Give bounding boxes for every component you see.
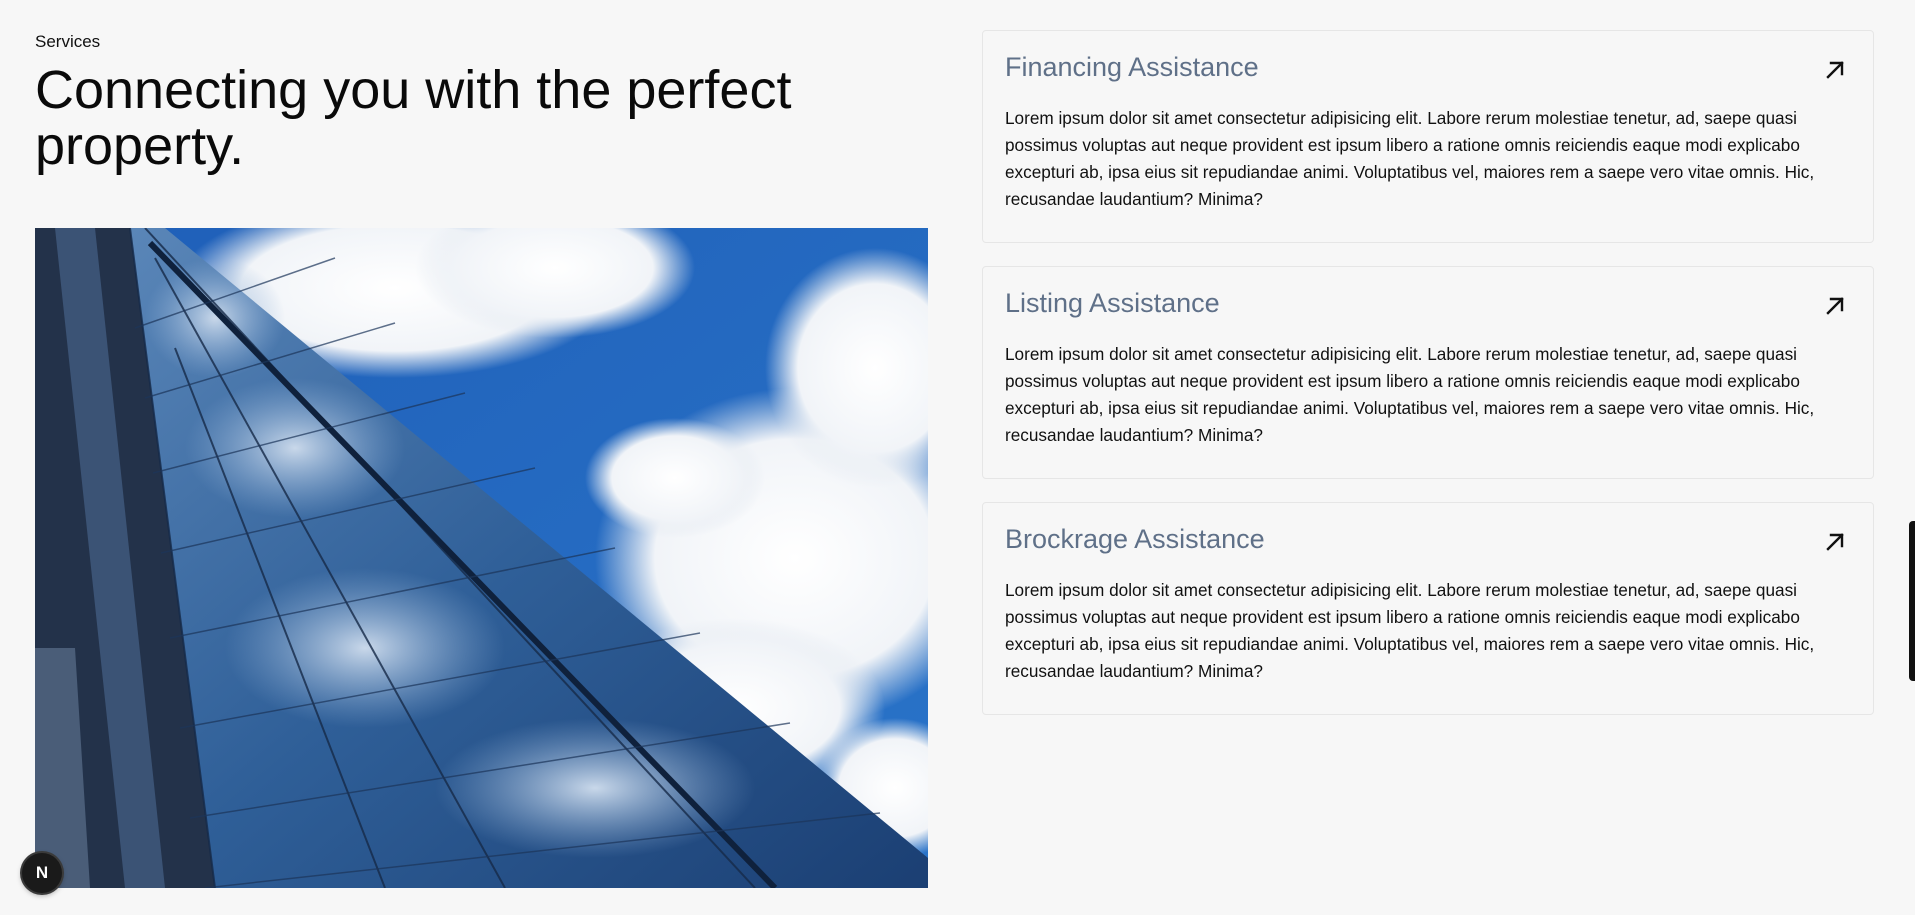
service-card-title: Listing Assistance [1005, 288, 1220, 318]
service-card-title: Financing Assistance [1005, 52, 1259, 82]
service-card-listing[interactable]: Listing Assistance Lorem ipsum dolor sit… [982, 266, 1874, 479]
services-list: Financing Assistance Lorem ipsum dolor s… [982, 30, 1874, 738]
section-eyebrow: Services [35, 32, 101, 51]
services-intro: Services Connecting you with the perfect… [35, 30, 928, 174]
hero-image [35, 228, 928, 888]
service-card-description: Lorem ipsum dolor sit amet consectetur a… [1005, 108, 1815, 209]
service-card-title: Brockrage Assistance [1005, 524, 1265, 554]
service-card-description: Lorem ipsum dolor sit amet consectetur a… [1005, 344, 1815, 445]
service-card-description: Lorem ipsum dolor sit amet consectetur a… [1005, 580, 1815, 681]
section-headline: Connecting you with the perfect property… [35, 60, 792, 176]
scrollbar-thumb[interactable] [1909, 521, 1915, 681]
dev-tools-badge[interactable]: N [22, 853, 62, 893]
arrow-up-right-icon[interactable] [1823, 294, 1847, 318]
service-card-brokerage[interactable]: Brockrage Assistance Lorem ipsum dolor s… [982, 502, 1874, 715]
service-card-financing[interactable]: Financing Assistance Lorem ipsum dolor s… [982, 30, 1874, 243]
skyscraper-photo [35, 228, 928, 888]
services-page: Services Connecting you with the perfect… [0, 0, 1915, 915]
arrow-up-right-icon[interactable] [1823, 58, 1847, 82]
arrow-up-right-icon[interactable] [1823, 530, 1847, 554]
